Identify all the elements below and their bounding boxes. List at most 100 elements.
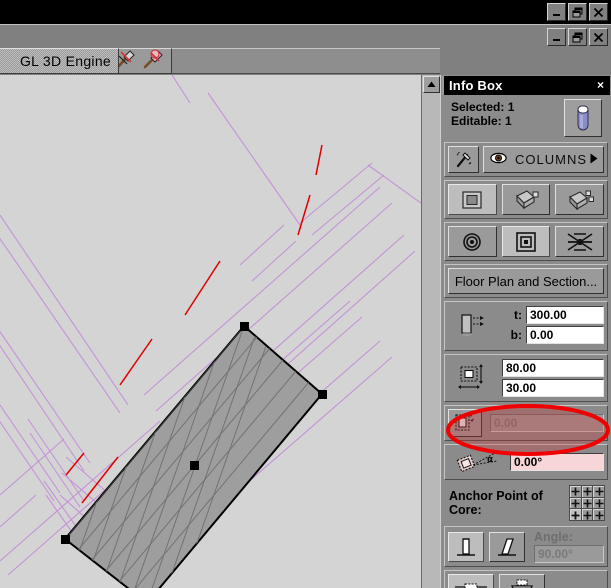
document-title-bar (0, 24, 611, 47)
eye-icon (490, 151, 507, 169)
outer-window-controls (547, 3, 608, 21)
layer-name-label: COLUMNS (515, 152, 588, 167)
layer-section: COLUMNS (444, 142, 608, 177)
outer-minimize-button[interactable] (547, 3, 566, 21)
outer-restore-button[interactable] (568, 3, 587, 21)
cross-icon (583, 487, 592, 496)
selection-summary-section: Selected: 1 Editable: 1 (444, 97, 608, 139)
selected-count-label: Selected: 1 (451, 100, 515, 114)
column-slant-icon (455, 413, 474, 431)
height-bottom-input[interactable]: 0.00 (526, 326, 604, 344)
display-square-button[interactable] (501, 226, 551, 257)
cross-icon (571, 487, 580, 496)
cross-icon (571, 511, 580, 520)
editable-count-label: Editable: 1 (451, 114, 512, 128)
column-preview-button[interactable] (564, 99, 602, 137)
profile-angle-input: 90.00° (534, 545, 604, 563)
geometry-method-section (444, 180, 608, 219)
triangle-right-icon[interactable] (590, 151, 598, 169)
floor-plan-canvas[interactable] (0, 75, 421, 588)
display-circular-button[interactable] (448, 226, 497, 257)
magic-hammer-tool-icon[interactable] (142, 48, 164, 75)
anchor-cell-middle-right[interactable] (593, 497, 604, 509)
circular-column-icon (463, 232, 482, 251)
anchor-section: Anchor Point of Core: (444, 483, 608, 523)
outer-title-bar (0, 0, 611, 24)
engine-tab-label: GL 3D Engine (19, 53, 111, 69)
anchor-cell-top-right[interactable] (593, 486, 604, 497)
column-slant-button[interactable] (448, 409, 482, 437)
rotation-section: α 0.00° (444, 444, 608, 480)
chevron-up-icon (427, 81, 436, 87)
cross-icon (595, 511, 604, 520)
column-rotation-icon: α (448, 448, 510, 476)
geometry-method-solid-button[interactable] (448, 184, 497, 215)
toolbar-empty-area (172, 48, 440, 74)
document-window-controls (547, 28, 608, 46)
slant-section: 0.00 (444, 405, 608, 441)
slanted-column-button[interactable] (489, 531, 525, 562)
display-method-section (444, 222, 608, 261)
magic-wand-button[interactable] (448, 146, 479, 173)
cross-icon (583, 499, 592, 508)
column-height-icon (448, 305, 502, 345)
outer-close-button[interactable] (589, 3, 608, 21)
cross-icon (595, 487, 604, 496)
mirrored-column-icon (567, 232, 593, 251)
column-wrapping-flat-icon (455, 582, 487, 588)
document-minimize-button[interactable] (547, 28, 566, 46)
application-window: GL 3D Engine Info Box × Selected: 1 Edit… (0, 0, 611, 588)
anchor-cell-bottom-right[interactable] (593, 509, 604, 520)
wrapping-tapered-button[interactable] (499, 574, 545, 588)
column-with-core-icon (516, 189, 539, 209)
square-column-icon (516, 231, 536, 252)
column-size-icon (448, 358, 502, 398)
info-box-title: Info Box (449, 78, 503, 93)
height-top-input[interactable]: 300.00 (526, 306, 604, 324)
document-close-button[interactable] (589, 28, 608, 46)
canvas-vertical-scrollbar[interactable] (421, 75, 440, 588)
layer-selector[interactable]: COLUMNS (483, 146, 604, 173)
anchor-cell-middle-left[interactable] (570, 497, 581, 509)
svg-text:α: α (487, 455, 493, 465)
magic-wand-icon (456, 151, 472, 168)
floor-plan-button-label: Floor Plan and Section... (454, 273, 598, 289)
size-depth-input[interactable]: 80.00 (502, 359, 604, 377)
anchor-cell-bottom-center[interactable] (581, 509, 593, 520)
vertical-column-button[interactable] (448, 531, 484, 562)
profile-section: Angle: 90.00° (444, 526, 608, 567)
info-box-panel: Info Box × Selected: 1 Editable: 1 COLUM… (440, 75, 611, 588)
cross-icon (571, 499, 580, 508)
floor-plan-and-section-button[interactable]: Floor Plan and Section... (448, 268, 604, 294)
cross-icon (583, 511, 592, 520)
rotation-angle-input[interactable]: 0.00° (510, 453, 604, 471)
column-preview-icon (577, 105, 589, 131)
solid-column-icon (462, 190, 482, 209)
geometry-method-core-button[interactable] (501, 184, 551, 215)
scroll-up-button[interactable] (423, 76, 440, 93)
cross-icon (595, 499, 604, 508)
anchor-point-grid[interactable] (569, 485, 605, 521)
anchor-cell-top-center[interactable] (581, 486, 593, 497)
size-width-input[interactable]: 30.00 (502, 379, 604, 397)
vertical-column-icon (457, 537, 475, 556)
anchor-cell-top-left[interactable] (570, 486, 581, 497)
display-mirrored-button[interactable] (555, 226, 605, 257)
document-restore-button[interactable] (568, 28, 587, 46)
info-box-title-bar: Info Box × (442, 76, 610, 95)
info-box-close-button[interactable]: × (597, 78, 604, 92)
size-section: 80.00 30.00 (444, 354, 608, 402)
anchor-cell-middle-center[interactable] (581, 497, 593, 509)
main-toolbar: GL 3D Engine (0, 47, 611, 75)
wrapping-section (444, 570, 608, 588)
slanted-column-icon (498, 537, 516, 556)
column-wrapping-tapered-icon (510, 578, 534, 588)
column-with-veneer-icon (568, 190, 594, 210)
wrapping-flat-button[interactable] (448, 574, 494, 588)
anchor-point-label: Anchor Point of Core: (449, 489, 543, 517)
anchor-cell-bottom-left[interactable] (570, 509, 581, 520)
height-bottom-label: b: (510, 328, 522, 342)
geometry-method-veneer-button[interactable] (555, 184, 605, 215)
engine-tab[interactable]: GL 3D Engine (0, 48, 119, 74)
profile-angle-label: Angle: (534, 530, 573, 544)
